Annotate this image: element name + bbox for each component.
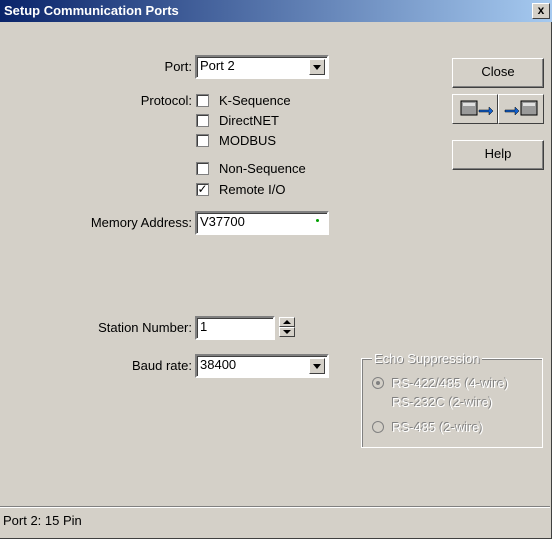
protocol-modbus-checkbox[interactable] [196, 134, 209, 147]
port-select[interactable]: Port 2 [195, 55, 329, 79]
station-number-input[interactable]: 1 [195, 316, 275, 340]
write-to-plc-icon [504, 100, 538, 116]
window-title: Setup Communication Ports [4, 3, 179, 18]
protocol-remote-io-label: Remote I/O [219, 182, 286, 197]
rs422-485-label: RS-422/485 (4-wire) [392, 376, 510, 391]
status-text: Port 2: 15 Pin [3, 513, 82, 528]
memory-address-value: V37700 [200, 214, 245, 229]
rs485-2wire-label: RS-485 (2-wire) [392, 420, 484, 435]
title-bar: Setup Communication Ports x [0, 0, 552, 22]
protocol-non-sequence-label: Non-Sequence [219, 161, 306, 176]
baud-rate-label: Baud rate: [132, 358, 192, 373]
setup-communication-ports-dialog: Setup Communication Ports x Port: Port 2… [0, 0, 552, 539]
close-window-button[interactable]: x [532, 3, 550, 19]
help-button[interactable]: Help [452, 140, 544, 170]
protocol-modbus-label: MODBUS [219, 133, 277, 148]
chevron-down-icon[interactable] [309, 358, 325, 374]
baud-rate-value: 38400 [200, 357, 237, 372]
echo-suppression-title: Echo Suppression [372, 351, 482, 366]
protocol-directnet-label: DirectNET [219, 113, 279, 128]
baud-rate-select[interactable]: 38400 [195, 354, 329, 378]
protocol-k-sequence-checkbox[interactable] [196, 94, 209, 107]
write-to-plc-button[interactable] [498, 94, 544, 124]
rs422-485-radio[interactable] [372, 377, 384, 389]
read-from-plc-icon [460, 100, 494, 116]
protocol-non-sequence-checkbox[interactable] [196, 162, 209, 175]
station-number-label: Station Number: [98, 320, 192, 335]
rs485-2wire-radio[interactable] [372, 421, 384, 433]
memory-address-input[interactable]: V37700 [195, 211, 329, 235]
station-number-spinner[interactable] [279, 317, 295, 337]
protocol-label: Protocol: [140, 93, 192, 108]
protocol-remote-io-checkbox[interactable]: ✓ [196, 183, 209, 196]
read-from-plc-button[interactable] [452, 94, 498, 124]
station-number-value: 1 [200, 319, 208, 334]
chevron-down-icon[interactable] [309, 59, 325, 75]
status-bar [0, 506, 550, 539]
spin-up-icon[interactable] [279, 317, 295, 327]
close-button[interactable]: Close [452, 58, 544, 88]
spin-down-icon[interactable] [279, 327, 295, 337]
rs232c-label: RS-232C (2-wire) [392, 395, 494, 410]
port-label: Port: [164, 59, 192, 74]
port-value: Port 2 [200, 58, 235, 73]
input-indicator-icon [316, 219, 319, 222]
memory-address-label: Memory Address: [90, 215, 192, 230]
protocol-k-sequence-label: K-Sequence [219, 93, 291, 108]
protocol-directnet-checkbox[interactable] [196, 114, 209, 127]
